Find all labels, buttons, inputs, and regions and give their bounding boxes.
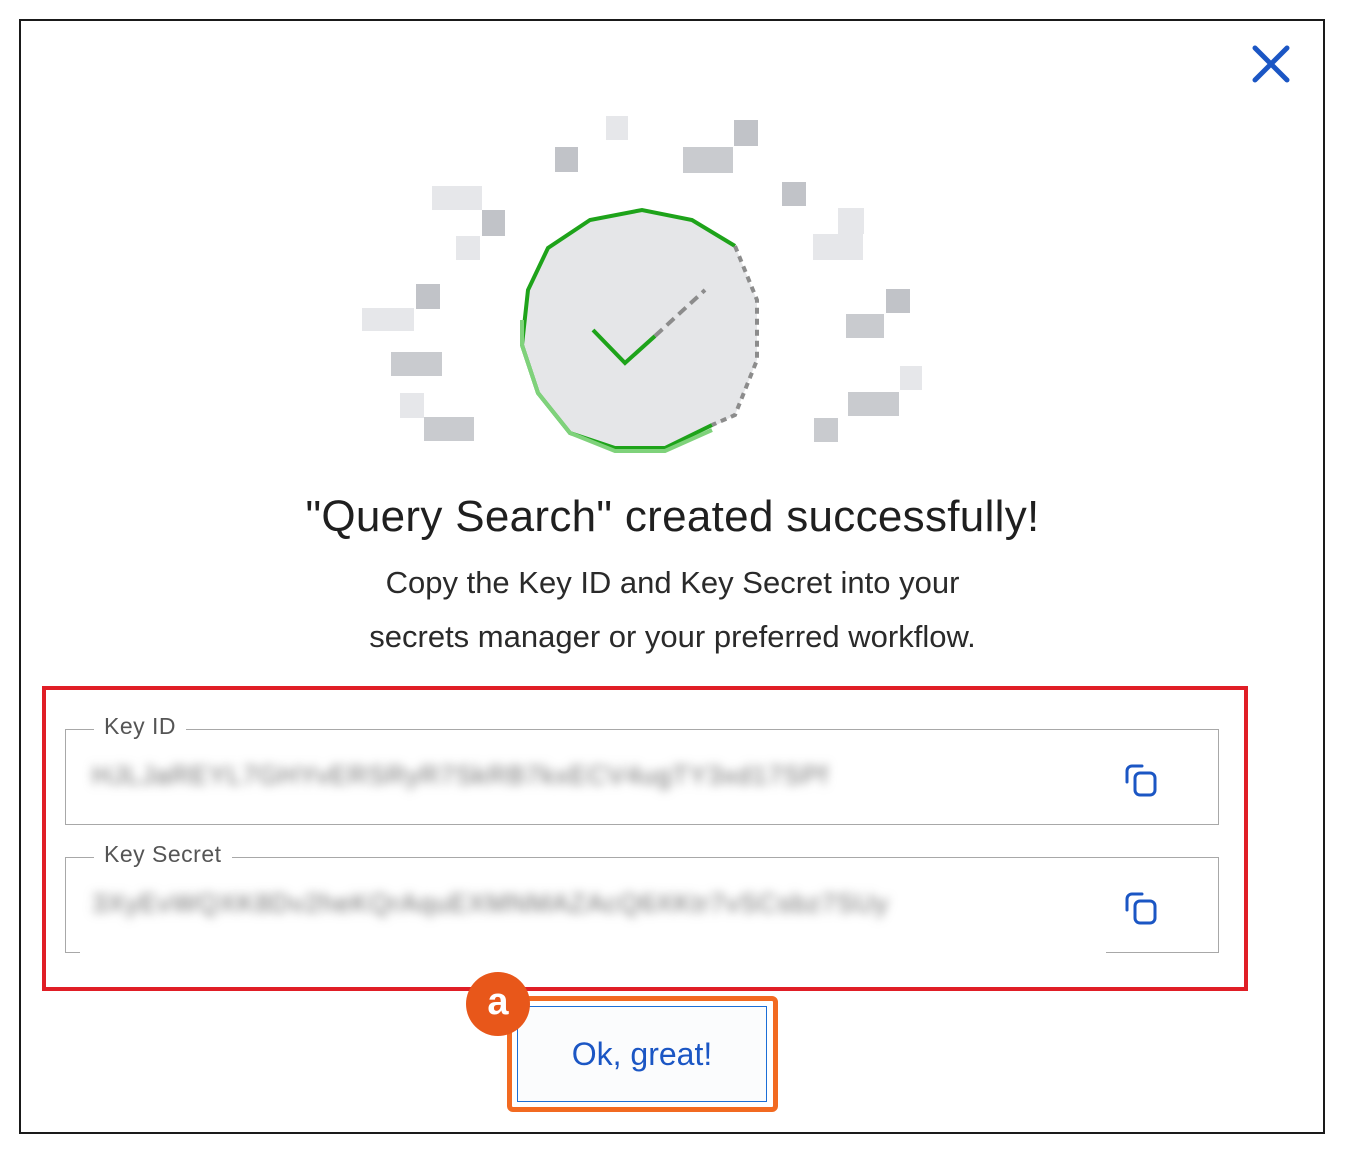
key-id-field: Key ID HJLJaREYL7GHYvERSRyR7SkRB7kxECV4u… [65,713,1219,825]
key-id-value[interactable]: HJLJaREYL7GHYvERSRyR7SkRB7kxECV4ugTY3xd1… [92,760,1032,796]
annotation-badge: a [466,972,530,1036]
close-icon[interactable] [1246,40,1296,90]
key-secret-label: Key Secret [94,841,232,868]
dialog-title: "Query Search" created successfully! [305,492,1040,541]
key-id-label: Key ID [94,713,187,740]
ok-great-button[interactable]: Ok, great! [517,1006,767,1102]
copy-key-id-icon[interactable] [1118,756,1166,804]
dialog-description-line-1: Copy the Key ID and Key Secret into your [385,565,960,600]
key-secret-value[interactable]: 3XyEvWQXK8Dv2heKQrAquEXMNMAZAcQ6XKtr7vSC… [92,888,1032,924]
dialog-description-line-2: secrets manager or your preferred workfl… [369,619,976,654]
redaction-cover [80,938,1106,962]
copy-key-secret-icon[interactable] [1118,884,1166,932]
